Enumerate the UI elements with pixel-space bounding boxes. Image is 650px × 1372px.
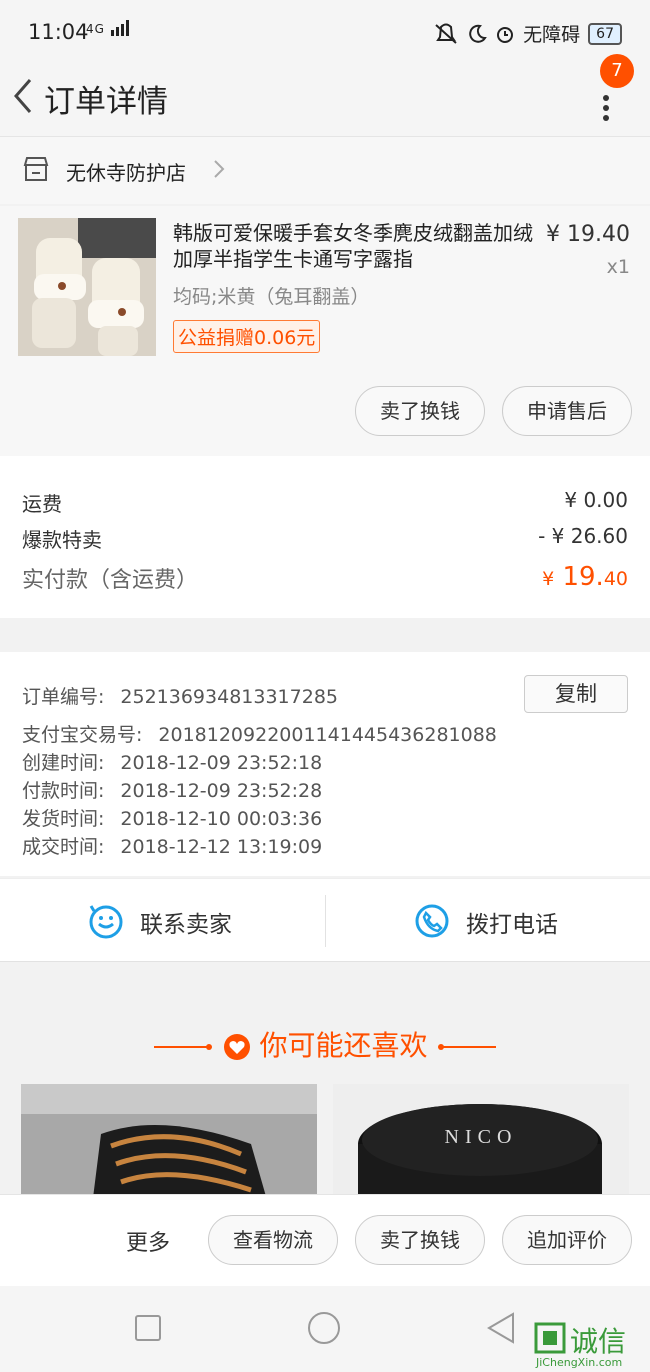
order-info: 订单编号: 252136934813317285 复制 支付宝交易号: 201812… [0,652,650,876]
mute-bell-icon [435,23,457,44]
total-dec: 40 [603,568,628,590]
resell-button[interactable]: 卖了换钱 [355,386,485,436]
gloves-image [18,218,156,356]
order-number: 252136934813317285 [120,686,338,708]
fee-summary: 运费 ¥ 0.00 爆款特卖 - ¥ 26.60 实付款（含运费） ¥ 19.4… [0,456,650,618]
recommend-title: 你可能还喜欢 [259,1029,428,1062]
status-right: 无障碍 67 [433,20,622,47]
more-actions[interactable]: 更多 [126,1225,170,1257]
network-type: 4G [86,22,105,36]
watermark-brand: 诚信 [570,1325,627,1358]
shipping-row: 运费 ¥ 0.00 [22,488,628,517]
contact-seller-label: 联系卖家 [140,912,232,938]
product-quantity: x1 [606,256,630,278]
alarm-icon [497,26,514,43]
shipping-value: ¥ 0.00 [564,488,628,512]
discount-value: - ¥ 26.60 [538,524,628,548]
nav-bar: 订单详情 7 [0,54,650,136]
completed-time-row: 成交时间: 2018-12-12 13:19:09 [22,832,322,859]
battery-indicator: 67 [588,22,622,45]
shipping-label: 运费 [22,492,62,516]
recent-apps-icon[interactable] [134,1314,162,1342]
created-time-row: 创建时间: 2018-12-09 23:52:18 [22,748,322,775]
recommend-header: 你可能还喜欢 [0,1024,650,1064]
left-decor-icon [153,1044,212,1050]
product-title[interactable]: 韩版可爱保暖手套女冬季麂皮绒翻盖加绒加厚半指学生卡通写字露指 [173,220,535,272]
paid-time-row: 付款时间: 2018-12-09 23:52:28 [22,776,322,803]
total-value: ¥ 19.40 [542,562,628,592]
shop-row[interactable]: 无休寺防护店 [0,136,650,204]
total-int: 19. [562,562,604,592]
notification-badge: 7 [600,54,634,88]
phone-icon [415,904,449,938]
total-currency: ¥ [542,568,555,590]
right-decor-icon [438,1044,497,1050]
info-label: 支付宝交易号: [22,724,143,746]
contact-bar: 联系卖家 拨打电话 [0,878,650,962]
back-arrow-icon[interactable] [8,74,40,118]
moon-icon [469,24,487,43]
discount-label: 爆款特卖 [22,528,102,552]
call-phone-label: 拨打电话 [466,912,558,938]
info-label: 发货时间: [22,808,105,830]
info-label: 订单编号: [22,686,105,708]
alipay-trade-number: 2018120922001141445436281088 [158,724,497,746]
copy-button[interactable]: 复制 [524,675,628,713]
accessibility-label: 无障碍 [523,24,581,46]
contact-seller-button[interactable]: 联系卖家 [0,879,324,963]
call-phone-button[interactable]: 拨打电话 [326,879,650,963]
completed-time: 2018-12-12 13:19:09 [120,836,323,858]
bottom-action-bar: 更多 查看物流 卖了换钱 追加评价 [0,1194,650,1286]
order-item: 韩版可爱保暖手套女冬季麂皮绒翻盖加绒加厚半指学生卡通写字露指 ¥ 19.40 x… [0,206,650,456]
paid-time: 2018-12-09 23:52:28 [120,780,323,802]
shop-name: 无休寺防护店 [66,161,186,185]
heart-icon [223,1034,250,1060]
info-label: 成交时间: [22,836,105,858]
discount-row: 爆款特卖 - ¥ 26.60 [22,524,628,553]
product-image[interactable] [18,218,156,356]
alipay-trade-row: 支付宝交易号: 2018120922001141445436281088 [22,720,497,747]
watermark-logo-icon [534,1322,566,1354]
status-time: 11:04 [28,20,89,44]
product-price: ¥ 19.40 [546,222,630,247]
back-nav-icon[interactable] [486,1312,516,1344]
chat-smile-icon [89,905,123,939]
page-title: 订单详情 [44,84,168,120]
resell-bottom-button[interactable]: 卖了换钱 [355,1215,485,1265]
signal-icon [110,20,129,36]
shipped-time: 2018-12-10 00:03:36 [120,808,323,830]
more-menu-icon[interactable] [596,84,620,128]
nico-brand-text: NICO [444,1126,518,1148]
order-number-row: 订单编号: 252136934813317285 [22,682,338,709]
total-label: 实付款（含运费） [22,568,199,593]
shipped-time-row: 发货时间: 2018-12-10 00:03:36 [22,804,322,831]
donation-badge: 公益捐赠0.06元 [173,320,321,353]
network-indicator: 4G [86,20,130,36]
info-label: 创建时间: [22,752,105,774]
watermark: 诚信 JiChengXin.com [534,1318,650,1372]
total-row: 实付款（含运费） ¥ 19.40 [22,562,628,594]
status-bar: 11:04 4G 无障碍 67 [0,0,650,68]
home-icon[interactable] [307,1311,341,1345]
after-sale-button[interactable]: 申请售后 [502,386,632,436]
info-label: 付款时间: [22,780,105,802]
view-logistics-button[interactable]: 查看物流 [208,1215,338,1265]
add-review-button[interactable]: 追加评价 [502,1215,632,1265]
store-icon [23,157,49,181]
watermark-url: JiChengXin.com [536,1356,623,1369]
chevron-right-icon [214,160,225,178]
created-time: 2018-12-09 23:52:18 [120,752,323,774]
product-spec: 均码;米黄（兔耳翻盖） [173,286,370,308]
